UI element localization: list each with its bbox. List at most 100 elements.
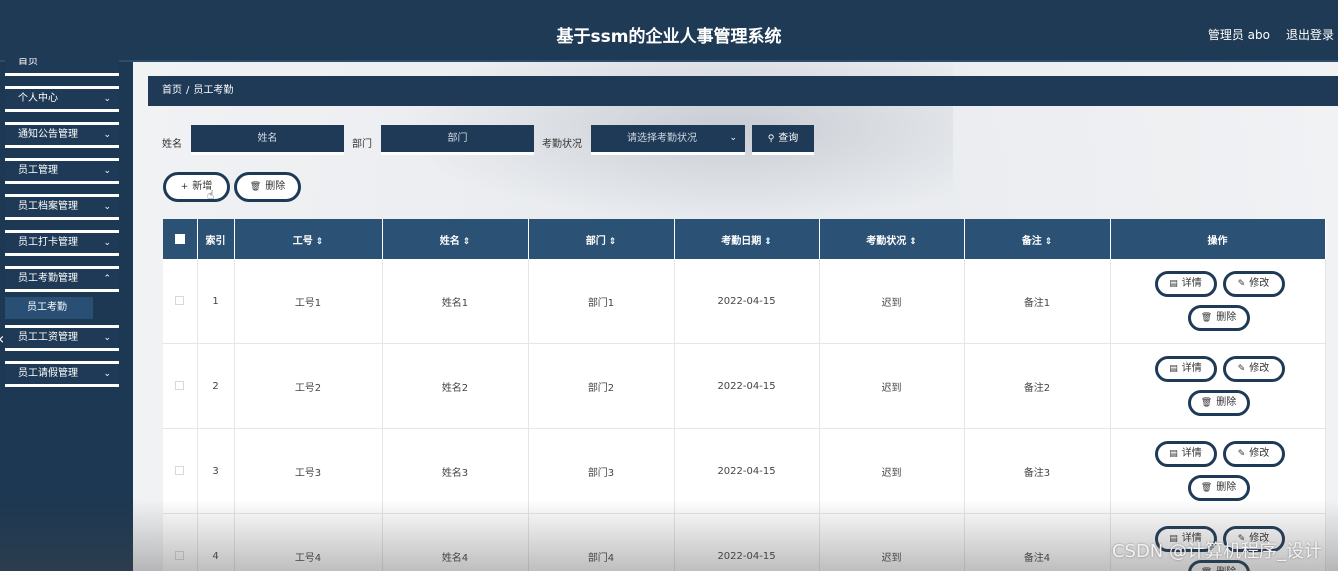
sort-icon[interactable]: ⇕ — [909, 237, 917, 247]
sidebar-item-employee[interactable]: 员工管理 ⌄ — [5, 158, 119, 184]
row-checkbox[interactable] — [175, 296, 185, 305]
plus-icon: + — [180, 182, 189, 192]
detail-button-label: 详情 — [1181, 448, 1202, 459]
add-button[interactable]: + 新增 — [163, 172, 230, 202]
sidebar-item-label: 员工工资管理 — [18, 332, 78, 343]
detail-button[interactable]: ▤ 详情 — [1154, 441, 1217, 467]
breadcrumb-home[interactable]: 首页 — [162, 85, 182, 96]
sidebar-subitem-attendance[interactable]: 员工考勤 — [5, 297, 93, 319]
row-checkbox[interactable] — [175, 381, 185, 390]
query-button[interactable]: ⚲ 查询 — [752, 125, 814, 155]
sidebar: 首页 个人中心 ⌄ 通知公告管理 ⌄ 员工管理 ⌄ 员工档案管理 ⌄ 员工打卡管理 ⌄ 员… — [0, 58, 133, 571]
cell-ops: ▤详情✎修改 🗑删除 — [1110, 343, 1326, 429]
breadcrumb-current: 员工考勤 — [193, 85, 234, 96]
cell-status: 迟到 — [819, 259, 965, 344]
select-all-checkbox-cell[interactable] — [163, 219, 198, 259]
row-checkbox-cell[interactable] — [163, 343, 198, 429]
sidebar-item-clock-in[interactable]: 员工打卡管理 ⌄ — [5, 230, 119, 256]
cell-name: 姓名1 — [382, 259, 529, 344]
table-row: 1 工号1 姓名1 部门1 2022-04-15 迟到 备注1 ▤ 详情 ✎ 修改 🗑 删除 — [163, 259, 1326, 344]
batch-delete-button[interactable]: 🗑 删除 — [234, 172, 301, 202]
cell-emp-no: 工号1 — [234, 259, 383, 344]
status-filter-select[interactable]: 请选择考勤状况 ⌄ — [591, 125, 745, 155]
sidebar-item-attendance[interactable]: 员工考勤管理 ⌃ — [5, 266, 119, 292]
chevron-down-icon: ⌄ — [103, 94, 111, 104]
delete-button[interactable]: 🗑删除 — [1187, 390, 1250, 416]
row-checkbox[interactable] — [175, 551, 185, 560]
sort-icon[interactable]: ⇕ — [316, 237, 324, 247]
trash-icon: 🗑 — [1200, 313, 1213, 323]
dept-filter-input[interactable] — [381, 125, 534, 155]
row-checkbox[interactable] — [175, 466, 185, 475]
detail-button[interactable]: ▤ 详情 — [1154, 356, 1217, 382]
detail-button[interactable]: ▤ 详情 — [1154, 271, 1217, 297]
cell-emp-no: 工号2 — [234, 343, 383, 429]
col-header-name[interactable]: 姓名 ⇕ — [382, 219, 529, 259]
col-header-label: 考勤日期 — [721, 235, 762, 247]
cell-dept: 部门1 — [528, 259, 675, 344]
table-row: 2 工号2 姓名2 部门2 2022-04-15 迟到 备注2 ▤ 详情 ✎ 修改 🗑 删除 — [163, 343, 1326, 429]
col-header-dept[interactable]: 部门 ⇕ — [528, 219, 675, 259]
col-header-label: 备注 — [1021, 235, 1042, 247]
logout-link[interactable]: 退出登录 — [1286, 26, 1334, 43]
sidebar-item-label: 个人中心 — [18, 93, 58, 104]
cell-ops: ▤详情✎修改 🗑删除 — [1110, 259, 1326, 344]
row-checkbox-cell[interactable] — [163, 428, 198, 514]
breadcrumb: 首页 / 员工考勤 — [148, 76, 1338, 106]
table-row: 3 工号3 姓名3 部门3 2022-04-15 迟到 备注3 ▤ 详情 ✎ 修改 🗑 删除 — [163, 428, 1326, 514]
sort-icon[interactable]: ⇕ — [609, 237, 617, 247]
sidebar-item-salary[interactable]: 员工工资管理 ⌄ — [5, 325, 119, 351]
cell-index: 4 — [197, 513, 235, 571]
cell-emp-no: 工号3 — [234, 428, 383, 514]
cell-index: 2 — [197, 343, 235, 429]
cell-remark: 备注3 — [964, 428, 1111, 514]
cell-date: 2022-04-15 — [674, 428, 820, 514]
cell-remark: 备注1 — [964, 259, 1111, 344]
col-header-remark[interactable]: 备注 ⇕ — [964, 219, 1111, 259]
edit-button[interactable]: ✎ 修改 — [1222, 441, 1285, 467]
col-header-date[interactable]: 考勤日期 ⇕ — [674, 219, 820, 259]
name-filter-label: 姓名 — [162, 139, 182, 150]
delete-button[interactable]: 🗑删除 — [1187, 475, 1250, 501]
col-header-status[interactable]: 考勤状况 ⇕ — [819, 219, 965, 259]
row-checkbox-cell[interactable] — [163, 259, 198, 344]
attendance-table: 索引 工号 ⇕ 姓名 ⇕ 部门 ⇕ 考勤日期 ⇕ 考勤状况 ⇕ 备注 ⇕ 操作 1 工号1 姓名… — [163, 219, 1326, 571]
row-actions: ▤详情✎修改 🗑删除 — [1111, 344, 1325, 428]
cell-date: 2022-04-15 — [674, 343, 820, 429]
col-header-index: 索引 — [197, 219, 235, 259]
sidebar-item-leave[interactable]: 员工请假管理 ⌄ — [5, 361, 119, 387]
sidebar-item-label: 员工请假管理 — [18, 368, 78, 379]
app-title: 基于ssm的企业人事管理系统 — [556, 27, 782, 47]
sidebar-item-label: 员工打卡管理 — [18, 237, 78, 248]
sidebar-item-label: 首页 — [18, 58, 38, 67]
detail-button-label: 详情 — [1181, 363, 1202, 374]
pencil-icon: ✎ — [1237, 364, 1246, 374]
name-filter-input[interactable] — [191, 125, 344, 155]
row-checkbox-cell[interactable] — [163, 513, 198, 571]
edit-button[interactable]: ✎ 修改 — [1222, 271, 1285, 297]
cell-index: 1 — [197, 259, 235, 344]
sort-icon[interactable]: ⇕ — [764, 237, 772, 247]
dept-filter-label: 部门 — [352, 139, 372, 150]
chevron-down-icon: ⌄ — [103, 166, 111, 176]
status-filter-label: 考勤状况 — [542, 139, 582, 150]
select-all-checkbox[interactable] — [174, 233, 185, 244]
delete-button[interactable]: 🗑删除 — [1187, 305, 1250, 331]
pencil-icon: ✎ — [1237, 449, 1246, 459]
cell-index: 3 — [197, 428, 235, 514]
sidebar-item-home[interactable]: 首页 — [5, 58, 119, 76]
col-header-emp-no[interactable]: 工号 ⇕ — [234, 219, 383, 259]
collapse-sidebar-icon[interactable]: ‹ — [0, 331, 4, 347]
sidebar-item-personal-center[interactable]: 个人中心 ⌄ — [5, 86, 119, 112]
sort-icon[interactable]: ⇕ — [463, 237, 471, 247]
edit-button-label: 修改 — [1249, 278, 1270, 289]
cell-remark: 备注4 — [964, 513, 1111, 571]
detail-button-label: 详情 — [1181, 278, 1202, 289]
cell-name: 姓名3 — [382, 428, 529, 514]
sort-icon[interactable]: ⇕ — [1045, 237, 1053, 247]
edit-button[interactable]: ✎ 修改 — [1222, 356, 1285, 382]
sidebar-item-notice[interactable]: 通知公告管理 ⌄ — [5, 122, 119, 148]
breadcrumb-separator: / — [186, 85, 190, 96]
cell-dept: 部门2 — [528, 343, 675, 429]
sidebar-item-archive[interactable]: 员工档案管理 ⌄ — [5, 194, 119, 220]
